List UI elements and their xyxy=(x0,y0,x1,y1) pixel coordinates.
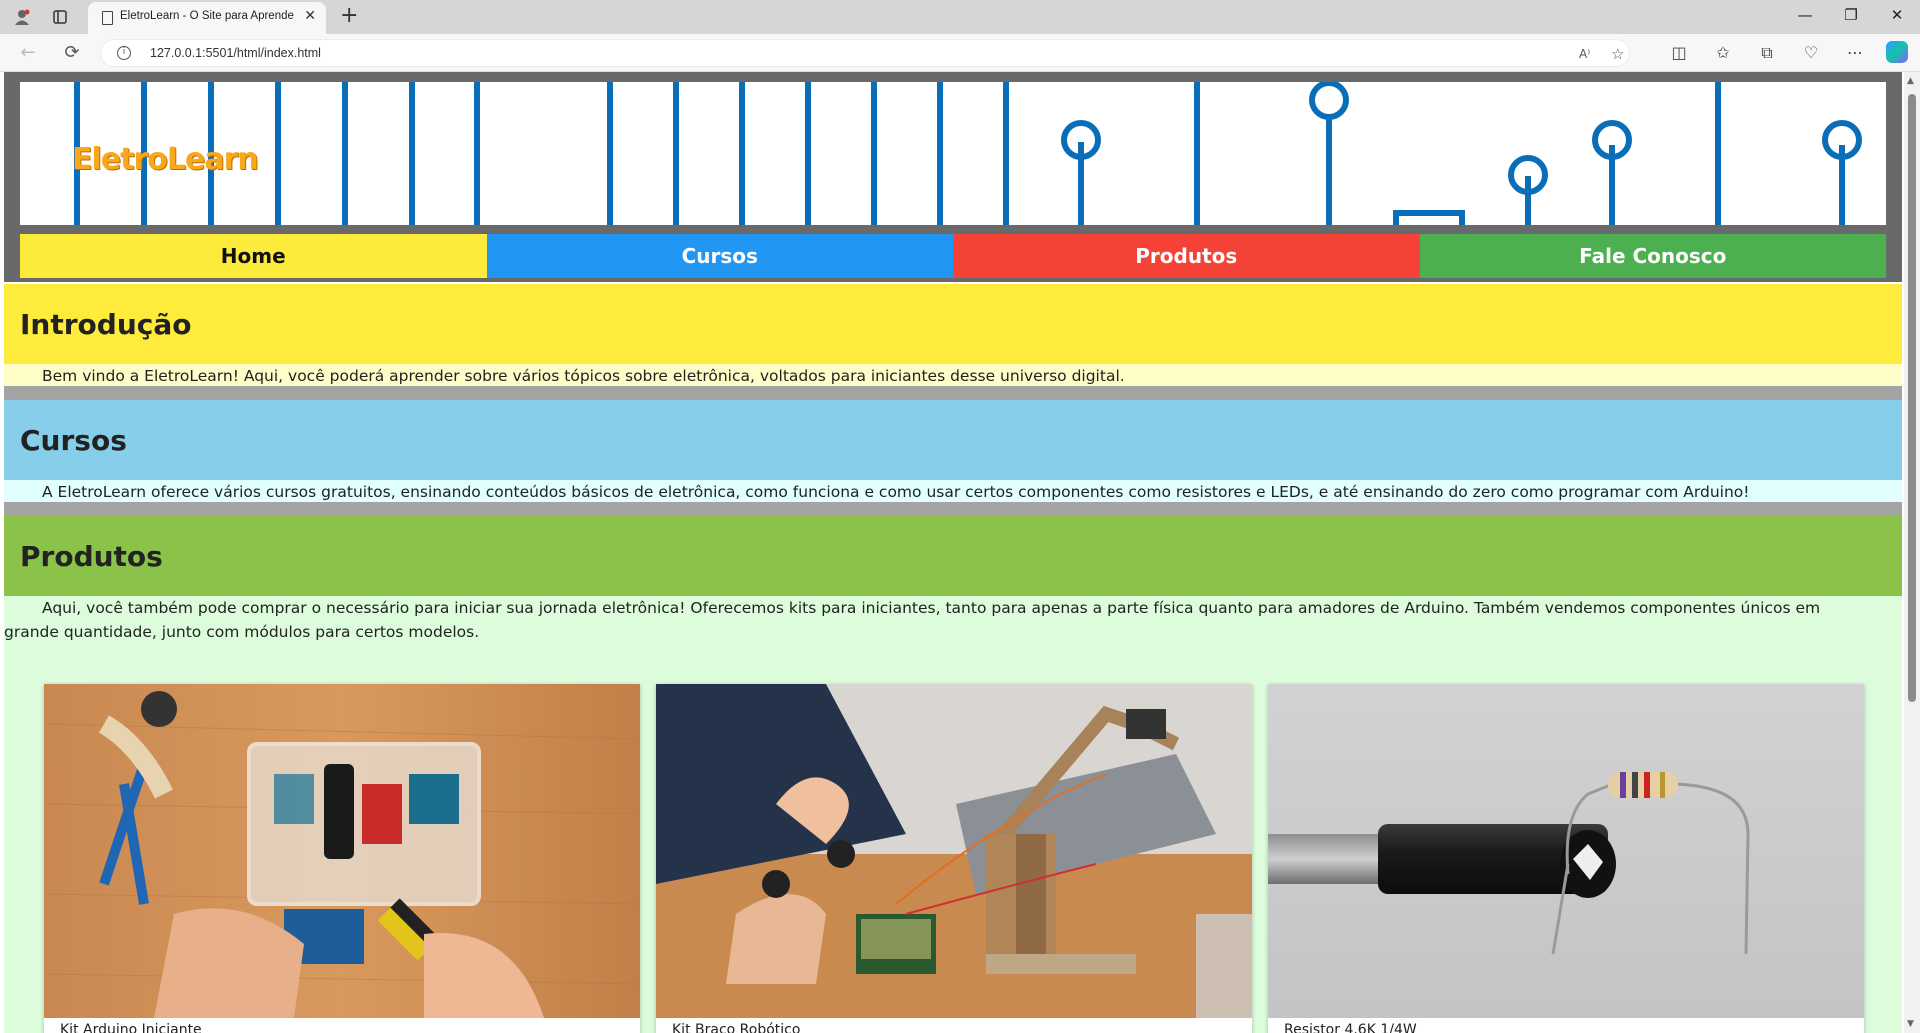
tab-title: EletroLearn - O Site para Aprende xyxy=(120,10,294,22)
section-divider xyxy=(4,386,1902,400)
site-logo[interactable]: EletroLearn xyxy=(72,142,259,177)
copilot-icon[interactable] xyxy=(1886,41,1908,63)
back-icon[interactable]: ← xyxy=(16,42,40,63)
page-icon xyxy=(102,11,113,25)
scroll-up-icon[interactable]: ▲ xyxy=(1907,76,1914,86)
circuit-banner: EletroLearn xyxy=(20,82,1886,225)
page-viewport: EletroLearn Home Cursos Produtos Fale Co… xyxy=(0,72,1920,1033)
menu-item-home[interactable]: Home xyxy=(20,234,487,278)
product-card[interactable]: Kit Arduino Iniciante xyxy=(44,684,640,1033)
minimize-button[interactable]: — xyxy=(1790,6,1820,24)
more-options-icon[interactable]: ⋯ xyxy=(1844,43,1866,62)
menu-item-cursos[interactable]: Cursos xyxy=(486,234,953,278)
browser-tab-bar: EletroLearn - O Site para Aprende ✕ + — … xyxy=(0,0,1920,34)
product-cards: Kit Arduino Iniciante Kit Braço Robótico… xyxy=(44,684,1864,1033)
url-text[interactable]: 127.0.0.1:5501/html/index.html xyxy=(150,46,321,60)
address-bar[interactable]: i 127.0.0.1:5501/html/index.html A⁾ ☆ xyxy=(100,39,1630,67)
favorites-icon[interactable]: ✩ xyxy=(1712,43,1734,62)
site-header: EletroLearn Home Cursos Produtos Fale Co… xyxy=(4,72,1902,282)
restore-button[interactable]: ❐ xyxy=(1836,6,1866,24)
browser-tab[interactable]: EletroLearn - O Site para Aprende ✕ xyxy=(88,2,326,34)
section-body-cursos: A EletroLearn oferece vários cursos grat… xyxy=(4,480,1902,502)
split-screen-icon[interactable]: ◫ xyxy=(1668,43,1690,62)
close-window-button[interactable]: ✕ xyxy=(1882,6,1912,24)
section-title-produtos: Produtos xyxy=(4,516,1902,596)
product-label[interactable]: Kit Arduino Iniciante xyxy=(44,1018,640,1033)
site-info-icon[interactable]: i xyxy=(117,46,131,60)
menu-item-fale-conosco[interactable]: Fale Conosco xyxy=(1419,234,1886,278)
favorite-star-icon[interactable]: ☆ xyxy=(1611,45,1624,63)
tab-actions-icon[interactable] xyxy=(50,7,70,27)
product-image-arduino-kit[interactable] xyxy=(44,684,640,1018)
profile-icon[interactable] xyxy=(12,7,32,27)
section-title-cursos: Cursos xyxy=(4,400,1902,480)
product-card[interactable]: Kit Braço Robótico xyxy=(656,684,1252,1033)
product-label[interactable]: Kit Braço Robótico xyxy=(656,1018,1252,1033)
product-image-resistor[interactable] xyxy=(1268,684,1864,1018)
refresh-icon[interactable]: ⟳ xyxy=(60,42,84,63)
scroll-down-icon[interactable]: ▼ xyxy=(1907,1019,1914,1029)
section-body-introducao: Bem vindo a EletroLearn! Aqui, você pode… xyxy=(4,364,1902,386)
address-bar-row: ← ⟳ i 127.0.0.1:5501/html/index.html A⁾ … xyxy=(0,34,1920,72)
product-image-robotic-arm[interactable] xyxy=(656,684,1252,1018)
browser-essentials-icon[interactable]: ♡ xyxy=(1800,43,1822,62)
scroll-thumb[interactable] xyxy=(1908,94,1916,702)
section-divider xyxy=(4,502,1902,516)
product-label[interactable]: Resistor 4.6K 1/4W xyxy=(1268,1018,1864,1033)
new-tab-button[interactable]: + xyxy=(340,4,358,28)
read-aloud-icon[interactable]: A⁾ xyxy=(1579,47,1590,61)
section-title-introducao: Introdução xyxy=(4,284,1902,364)
page-scrollbar[interactable]: ▲ ▼ xyxy=(1904,72,1920,1033)
menu-item-produtos[interactable]: Produtos xyxy=(953,234,1420,278)
close-tab-icon[interactable]: ✕ xyxy=(304,8,316,24)
main-menu: Home Cursos Produtos Fale Conosco xyxy=(20,234,1886,278)
circuit-lines-graphic xyxy=(74,82,1862,225)
product-card[interactable]: Resistor 4.6K 1/4W xyxy=(1268,684,1864,1033)
collections-icon[interactable]: ⧉ xyxy=(1756,43,1778,63)
